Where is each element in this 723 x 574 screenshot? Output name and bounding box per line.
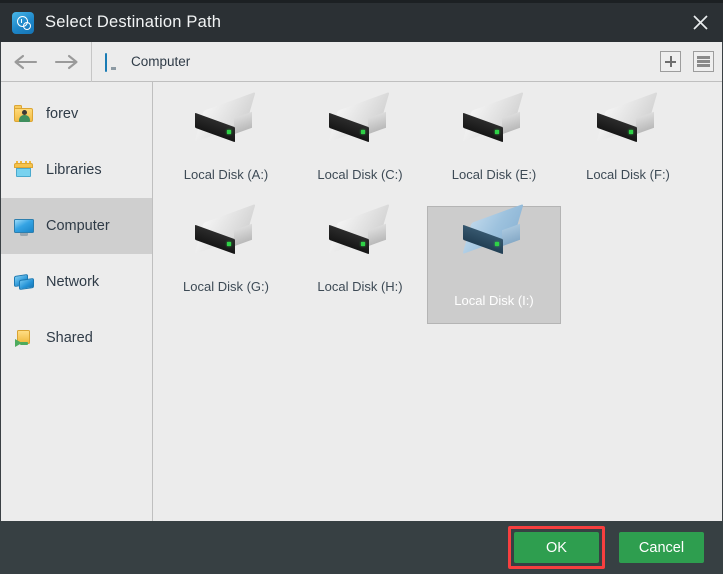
user-folder-icon xyxy=(13,104,35,124)
computer-monitor-icon xyxy=(13,216,35,236)
hard-drive-icon xyxy=(457,91,531,153)
sidebar-item-forev[interactable]: forev xyxy=(1,86,152,142)
drive-label: Local Disk (C:) xyxy=(317,167,403,182)
drive-item-i[interactable]: Local Disk (I:) xyxy=(427,203,561,324)
sidebar-item-computer[interactable]: Computer xyxy=(1,198,152,254)
nav-arrow-group xyxy=(1,47,83,77)
toolbar-actions xyxy=(660,42,714,81)
dialog-body: Computer forev Libraries Computer Networ… xyxy=(0,42,723,521)
sidebar: forev Libraries Computer Network Shared xyxy=(1,82,153,521)
hard-drive-icon xyxy=(591,91,665,153)
dialog-footer: OK Cancel xyxy=(0,521,723,574)
sidebar-item-network[interactable]: Network xyxy=(1,254,152,310)
list-view-icon[interactable] xyxy=(693,51,714,72)
drive-label: Local Disk (H:) xyxy=(317,279,403,294)
hard-drive-icon xyxy=(323,91,397,153)
sidebar-item-label: Libraries xyxy=(46,162,102,178)
sidebar-item-label: Network xyxy=(46,274,100,290)
drive-item-e[interactable]: Local Disk (E:) xyxy=(427,91,561,194)
drive-label: Local Disk (I:) xyxy=(454,293,534,308)
breadcrumb[interactable]: Computer xyxy=(92,42,190,81)
select-destination-path-dialog: Select Destination Path Computer forev L… xyxy=(0,0,723,574)
window-title: Select Destination Path xyxy=(45,13,222,31)
drive-item-c[interactable]: Local Disk (C:) xyxy=(293,91,427,194)
ok-button-highlight: OK xyxy=(508,526,605,569)
hard-drive-icon xyxy=(189,203,263,265)
sidebar-item-shared[interactable]: Shared xyxy=(1,310,152,366)
cancel-button[interactable]: Cancel xyxy=(619,532,704,563)
hard-drive-icon xyxy=(323,203,397,265)
drive-item-h[interactable]: Local Disk (H:) xyxy=(293,203,427,306)
clock-gear-icon xyxy=(12,11,34,34)
sidebar-item-libraries[interactable]: Libraries xyxy=(1,142,152,198)
network-icon xyxy=(13,272,35,292)
drive-item-g[interactable]: Local Disk (G:) xyxy=(159,203,293,306)
sidebar-item-label: Shared xyxy=(46,330,93,346)
drive-label: Local Disk (F:) xyxy=(586,167,670,182)
hard-drive-icon xyxy=(189,91,263,153)
computer-monitor-icon xyxy=(105,53,122,72)
close-icon[interactable] xyxy=(677,3,723,42)
sidebar-item-label: Computer xyxy=(46,218,110,234)
shared-folder-icon xyxy=(13,328,35,348)
drive-grid: Local Disk (A:) Local Disk (C:) Local Di… xyxy=(153,82,722,521)
sidebar-item-label: forev xyxy=(46,106,79,122)
title-bar: Select Destination Path xyxy=(0,3,723,42)
arrow-left-icon[interactable] xyxy=(9,47,43,77)
arrow-right-icon[interactable] xyxy=(49,47,83,77)
drive-label: Local Disk (E:) xyxy=(451,167,537,182)
navigation-toolbar: Computer xyxy=(1,42,722,82)
drive-item-f[interactable]: Local Disk (F:) xyxy=(561,91,695,194)
drive-label: Local Disk (A:) xyxy=(183,167,269,182)
drive-item-a[interactable]: Local Disk (A:) xyxy=(159,91,293,194)
libraries-folder-icon xyxy=(13,160,35,180)
panes: forev Libraries Computer Network Shared … xyxy=(1,82,722,521)
breadcrumb-label: Computer xyxy=(131,54,191,69)
plus-icon[interactable] xyxy=(660,51,681,72)
hard-drive-icon xyxy=(457,203,531,265)
drive-label: Local Disk (G:) xyxy=(183,279,269,294)
ok-button[interactable]: OK xyxy=(514,532,599,563)
